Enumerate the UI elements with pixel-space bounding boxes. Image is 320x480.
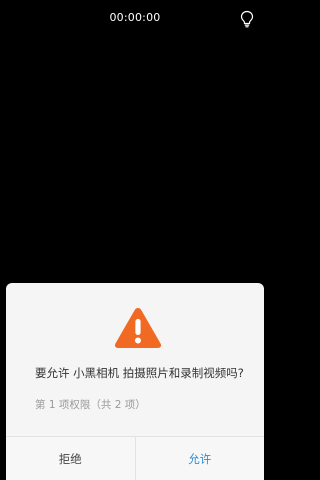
dialog-button-row: 拒绝 允许	[6, 436, 264, 480]
permission-dialog: 要允许 小黑相机 拍摄照片和录制视频吗? 第 1 项权限（共 2 项） 拒绝 允…	[6, 283, 264, 480]
flash-toggle-button[interactable]	[239, 10, 255, 28]
permission-message: 要允许 小黑相机 拍摄照片和录制视频吗?	[35, 366, 244, 380]
permission-counter: 第 1 项权限（共 2 项）	[35, 399, 146, 411]
deny-button[interactable]: 拒绝	[6, 437, 136, 480]
recording-timer: 00:00:00	[109, 11, 161, 24]
allow-button[interactable]: 允许	[135, 437, 264, 480]
camera-screen: 00:00:00 要允许 小黑相机 拍摄照片和录制视频吗? 第 1 项权限（共 …	[0, 0, 270, 480]
warning-icon	[113, 306, 163, 350]
lightbulb-icon	[240, 10, 254, 28]
